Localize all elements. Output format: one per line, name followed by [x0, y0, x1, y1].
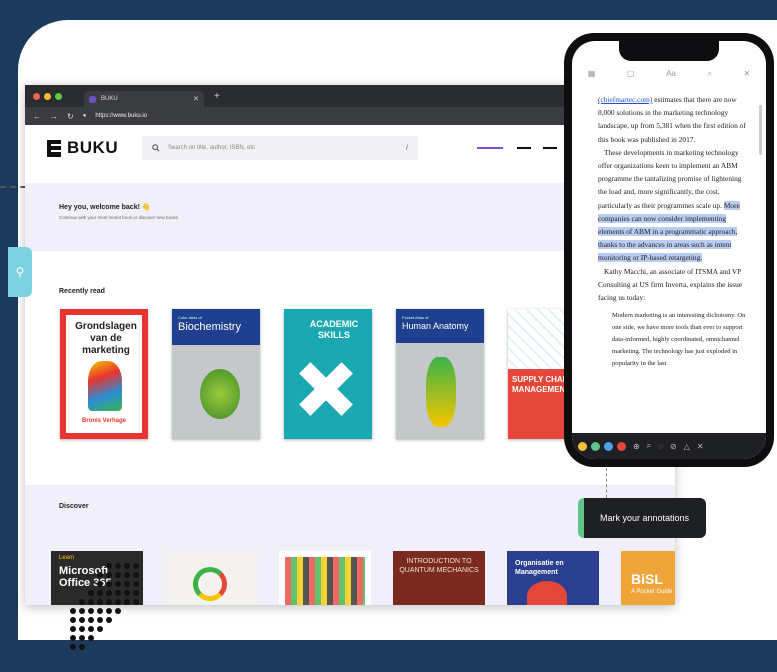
close-dot[interactable]: [33, 92, 40, 100]
book-title: SUPPLY CHAIN MANAGEMENT: [512, 375, 571, 394]
book-title: Biochemistry: [178, 321, 241, 333]
book-title: Human Anatomy: [402, 321, 469, 331]
phone-notch: [619, 41, 719, 61]
maximize-dot[interactable]: [55, 92, 62, 100]
discover-title: Discover: [59, 503, 89, 510]
search-icon: [152, 144, 160, 152]
tooltip-connector: [606, 468, 607, 498]
close-icon[interactable]: ✕: [697, 442, 704, 451]
color-red[interactable]: [617, 441, 626, 451]
scrollbar[interactable]: [759, 105, 762, 155]
lock-icon: ●: [82, 113, 87, 119]
back-icon[interactable]: ←: [33, 112, 41, 121]
book-art: [193, 567, 227, 601]
logo-text: BUKU: [67, 138, 119, 157]
link-icon[interactable]: ⊘: [670, 442, 677, 451]
annotation-bar: ⊕ ⌕ ◌ ⊘ △ ✕: [572, 433, 766, 459]
book-author: Bronis Verhage: [81, 418, 126, 424]
favicon-icon: [89, 95, 96, 103]
book-art: [296, 359, 356, 419]
search-icon: ⚲: [15, 265, 25, 279]
book-subtitle: Pocket Atlas of: [402, 315, 429, 320]
reader-text: (chiefmartec.com) estimates that there a…: [598, 93, 748, 370]
book-art: [88, 361, 122, 411]
book-title: ACADEMIC SKILLS: [309, 319, 359, 340]
search-shortcut: /: [406, 144, 408, 152]
reload-icon[interactable]: ↻: [67, 112, 74, 121]
url-field[interactable]: https://www.buku.io: [95, 113, 147, 119]
menu-line-active: [477, 147, 503, 149]
bell-icon[interactable]: △: [684, 442, 690, 451]
book-cover[interactable]: Color Atlas of Biochemistry: [172, 309, 260, 439]
browser-tab[interactable]: BUKU ✕: [84, 91, 204, 107]
book-cover[interactable]: Grondslagen van de marketing Bronis Verh…: [60, 309, 148, 439]
phone-screen: ▦ ▢ Aa ⌕ ✕ (chiefmartec.com) estimates t…: [572, 41, 766, 459]
minimize-dot[interactable]: [44, 92, 51, 100]
book-cover[interactable]: Pocket Atlas of Human Anatomy: [396, 309, 484, 439]
book-subtitle: Color Atlas of: [178, 315, 202, 320]
paragraph: These developments in marketing technolo…: [598, 147, 742, 210]
book-art: [285, 557, 365, 605]
reader-toolbar: ▦ ▢ Aa ⌕ ✕: [572, 69, 766, 79]
search-placeholder: Search on title, author, ISBN, etc: [168, 145, 256, 151]
search-icon[interactable]: ⌕: [647, 441, 651, 451]
book-art: [200, 369, 240, 419]
book-title: INTRODUCTION TO QUANTUM MECHANICS: [399, 558, 479, 574]
color-blue[interactable]: [604, 441, 613, 451]
book-subtitle: A Pocket Guide: [631, 589, 673, 595]
book-cover[interactable]: ACADEMIC SKILLS: [284, 309, 372, 439]
add-icon[interactable]: ⊕: [633, 442, 640, 451]
decorative-dots: [70, 563, 139, 650]
buku-logo[interactable]: BUKU: [47, 138, 118, 158]
side-search-button[interactable]: ⚲: [8, 247, 32, 297]
menu-line: [517, 147, 531, 149]
color-yellow[interactable]: [578, 441, 587, 451]
color-green[interactable]: [591, 441, 600, 451]
block-quote: Modern marketing is an interesting dicho…: [612, 312, 746, 368]
paragraph: Kathy Macchi, an associate of ITSMA and …: [598, 266, 743, 303]
font-size-icon[interactable]: Aa: [666, 69, 676, 79]
menu-line: [543, 147, 557, 149]
text-link[interactable]: (chiefmartec.com): [598, 95, 652, 104]
tab-title: BUKU: [101, 96, 118, 102]
notes-icon[interactable]: ▢: [627, 69, 635, 79]
book-cover[interactable]: Organisatie en Management: [507, 551, 599, 605]
tooltip-text: Mark your annotations: [600, 513, 690, 523]
grid-icon[interactable]: ▦: [588, 69, 596, 79]
recent-books-row: Grondslagen van de marketing Bronis Verh…: [60, 309, 596, 439]
comment-icon[interactable]: ◌: [658, 442, 663, 451]
phone-frame: ▦ ▢ Aa ⌕ ✕ (chiefmartec.com) estimates t…: [564, 33, 774, 467]
search-input[interactable]: Search on title, author, ISBN, etc /: [142, 136, 418, 160]
close-icon[interactable]: ✕: [744, 69, 751, 79]
forward-icon[interactable]: →: [50, 112, 58, 121]
book-art: [426, 357, 456, 427]
book-cover[interactable]: [279, 551, 371, 605]
book-title: Grondslagen van de marketing: [75, 321, 137, 356]
annotation-tooltip: Mark your annotations: [578, 498, 706, 538]
search-icon[interactable]: ⌕: [707, 69, 711, 79]
book-cover[interactable]: INTRODUCTION TO QUANTUM MECHANICS: [393, 551, 485, 605]
book-cover[interactable]: BiSL A Pocket Guide: [621, 551, 675, 605]
new-tab-icon[interactable]: +: [214, 91, 220, 102]
book-art: [527, 581, 567, 605]
logo-icon: [47, 139, 61, 157]
book-title: BiSL: [631, 571, 663, 587]
recently-read-title: Recently read: [59, 288, 105, 295]
close-tab-icon[interactable]: ✕: [193, 95, 199, 103]
book-title: Organisatie en Management: [515, 560, 564, 576]
book-cover[interactable]: [165, 551, 257, 605]
